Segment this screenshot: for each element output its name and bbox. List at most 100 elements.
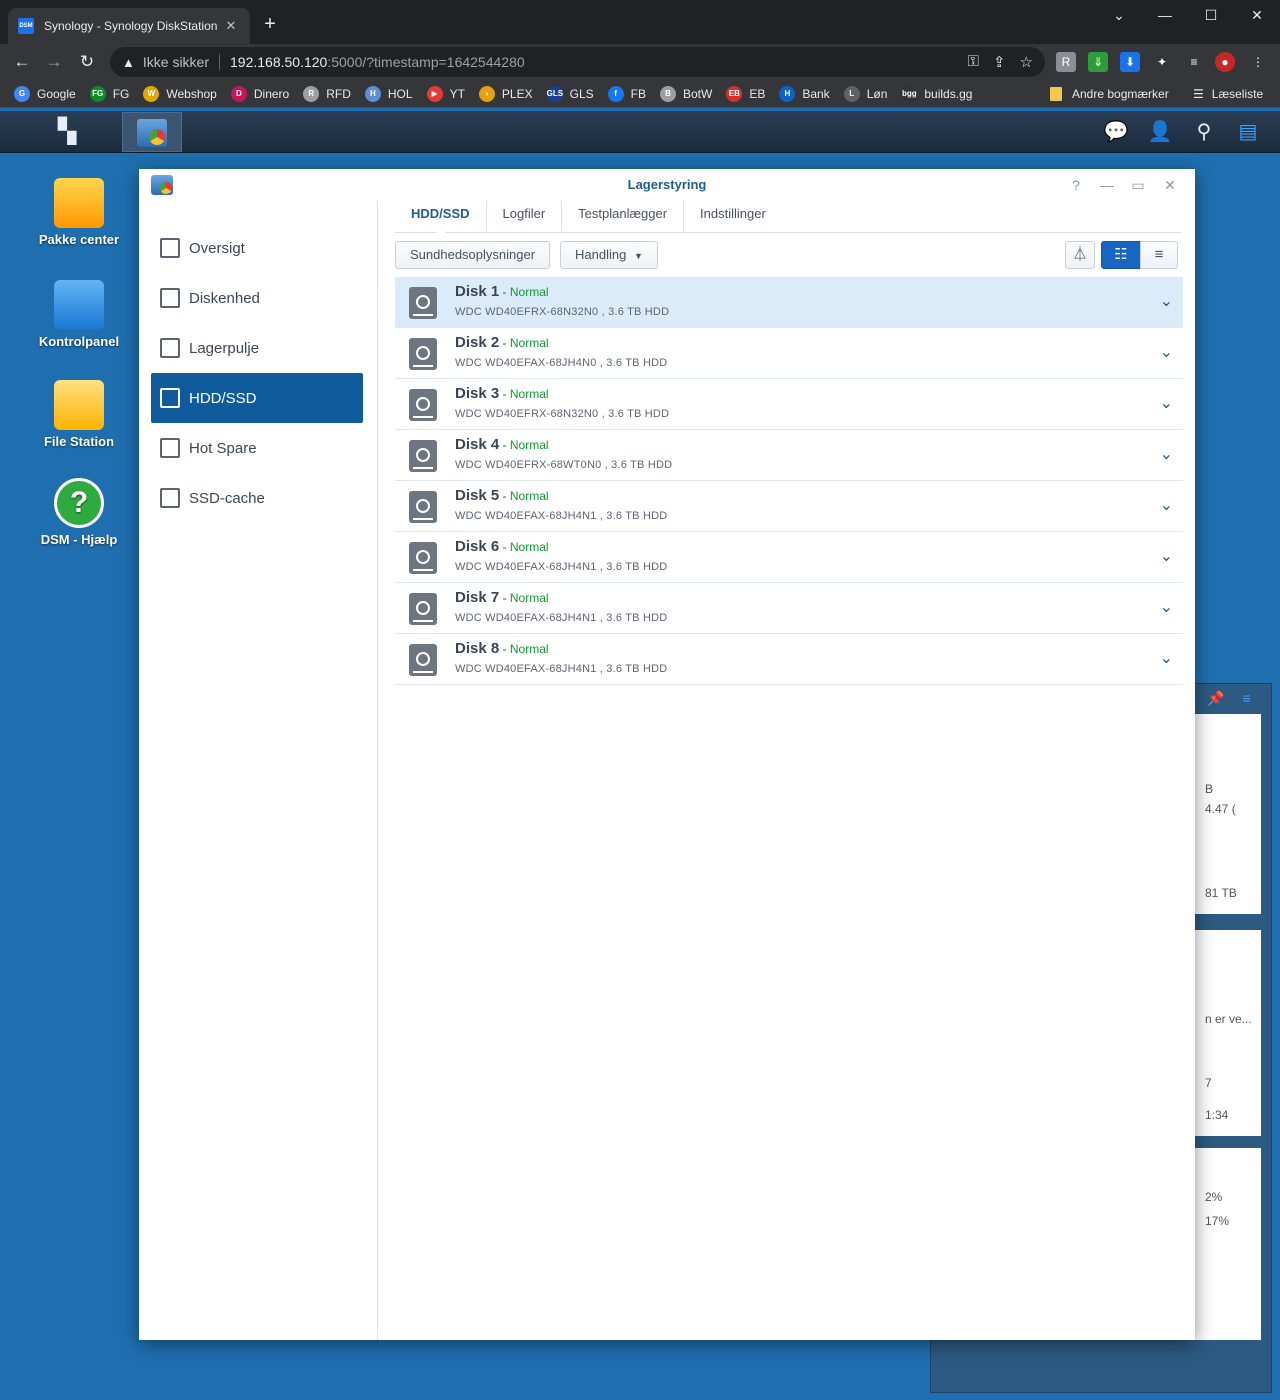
bookmark-favicon-icon: B — [659, 85, 676, 102]
bookmark-label: PLEX — [501, 86, 533, 101]
bookmark-favicon-icon: G — [14, 85, 30, 102]
profile-avatar-icon[interactable]: ● — [1215, 52, 1235, 72]
disk-row[interactable]: Disk 6 - Normal WDC WD40EFAX-68JH4N1 , 3.… — [395, 532, 1183, 583]
minimize-icon[interactable]: — — [1096, 175, 1118, 195]
chevron-down-icon[interactable]: ⌄ — [1160, 597, 1173, 617]
pin-icon[interactable]: 📌 — [1207, 690, 1224, 706]
extension-icon[interactable]: R — [1056, 52, 1076, 72]
tab[interactable]: Testplanlægger — [562, 201, 685, 233]
widget-text: 1:34 — [1205, 1108, 1229, 1122]
disk-row[interactable]: Disk 3 - Normal WDC WD40EFRX-68N32N0 , 3.… — [395, 379, 1183, 430]
key-icon[interactable]: ⚿ — [968, 53, 979, 71]
chevron-down-icon[interactable]: ⌄ — [1160, 495, 1173, 515]
chevron-down-icon[interactable]: ⌄ — [1160, 291, 1173, 311]
forward-arrow-icon[interactable]: → — [42, 50, 66, 74]
reading-list[interactable]: ☰ Læseliste — [1193, 80, 1263, 108]
media-control-icon[interactable]: ≡ — [1184, 52, 1204, 72]
tab[interactable]: HDD/SSD — [395, 201, 487, 233]
bookmark-item[interactable]: H HOL — [364, 85, 413, 102]
disk-row[interactable]: Disk 4 - Normal WDC WD40EFRX-68WT0N0 , 3.… — [395, 430, 1183, 481]
bookmark-item[interactable]: B BotW — [659, 85, 712, 102]
user-icon[interactable]: 👤 — [1146, 119, 1174, 145]
address-bar[interactable]: ▲ Ikke sikker 192.168.50.120 :5000/?time… — [110, 47, 1045, 77]
widgets-icon[interactable]: ▤ — [1234, 119, 1262, 145]
bookmark-item[interactable]: G Google — [14, 85, 76, 102]
filter-icon[interactable]: ⏃ — [1065, 241, 1095, 269]
bookmark-item[interactable]: R RFD — [303, 85, 351, 102]
bookmark-label: EB — [749, 86, 766, 101]
chevron-down-icon[interactable]: ⌄ — [1160, 444, 1173, 464]
action-dropdown-button[interactable]: Handling ▼ — [560, 241, 658, 269]
desktop-icon-label: Kontrolpanel — [38, 334, 120, 349]
disk-row[interactable]: Disk 2 - Normal WDC WD40EFAX-68JH4N0 , 3.… — [395, 328, 1183, 379]
disk-row[interactable]: Disk 5 - Normal WDC WD40EFAX-68JH4N1 , 3.… — [395, 481, 1183, 532]
chevron-down-icon[interactable]: ⌄ — [1160, 342, 1173, 362]
maximize-icon[interactable]: ▭ — [1127, 175, 1149, 195]
sidebar-item[interactable]: HDD/SSD — [151, 373, 363, 423]
new-tab-button[interactable]: + — [258, 12, 282, 36]
other-bookmarks[interactable]: Andre bogmærker — [1050, 80, 1169, 108]
bookmark-label: HOL — [387, 86, 413, 101]
desktop-icon-dsm-help[interactable]: ? DSM - Hjælp — [30, 478, 128, 547]
browser-menu-icon[interactable]: ⋮ — [1248, 52, 1268, 72]
share-icon[interactable]: ⇪ — [993, 53, 1006, 71]
desktop-icon-file-station[interactable]: File Station — [30, 380, 128, 449]
search-icon[interactable]: ⚲ — [1190, 119, 1218, 145]
bookmark-item[interactable]: FG FG — [89, 85, 129, 102]
browser-toolbar: ← → ↻ ▲ Ikke sikker 192.168.50.120 :5000… — [0, 44, 1280, 80]
sidebar-item[interactable]: Lagerpulje — [151, 323, 363, 373]
tab-search-icon[interactable]: ⌄ — [1096, 0, 1142, 32]
widget-menu-icon[interactable]: ≡ — [1242, 690, 1250, 706]
bookmark-item[interactable]: f FB — [607, 85, 646, 102]
desktop-icon-package-center[interactable]: Pakke center — [30, 178, 128, 247]
chevron-down-icon[interactable]: ⌄ — [1160, 546, 1173, 566]
disk-title: Disk 1 - Normal — [455, 283, 549, 300]
bookmark-item[interactable]: › PLEX — [478, 85, 533, 102]
close-window-button[interactable]: ✕ — [1234, 0, 1280, 32]
taskbar-storage-manager[interactable] — [122, 112, 182, 152]
bookmark-item[interactable]: D Dinero — [230, 85, 289, 102]
maximize-window-button[interactable]: ☐ — [1188, 0, 1234, 32]
close-tab-icon[interactable]: ✕ — [222, 18, 240, 34]
chat-icon[interactable]: 💬 — [1102, 119, 1130, 145]
hard-disk-icon — [409, 491, 437, 523]
disk-separator: - — [499, 642, 510, 656]
list-view-icon[interactable]: ≡ — [1140, 241, 1178, 269]
bookmark-item[interactable]: bgg builds.gg — [901, 85, 972, 102]
puzzle-extensions-icon[interactable]: ✦ — [1152, 52, 1172, 72]
bookmark-item[interactable]: EB EB — [726, 85, 766, 102]
disk-row[interactable]: Disk 7 - Normal WDC WD40EFAX-68JH4N1 , 3.… — [395, 583, 1183, 634]
reload-icon[interactable]: ↻ — [75, 50, 99, 74]
disk-row[interactable]: Disk 8 - Normal WDC WD40EFAX-68JH4N1 , 3.… — [395, 634, 1183, 685]
bookmark-item[interactable]: L Løn — [843, 85, 887, 102]
help-icon[interactable]: ? — [1065, 175, 1087, 195]
tab[interactable]: Indstillinger — [684, 201, 782, 233]
bookmark-favicon-icon: f — [607, 85, 624, 102]
close-icon[interactable]: ✕ — [1159, 175, 1181, 195]
main-menu-grid-icon[interactable]: ▚ — [36, 115, 98, 149]
minimize-window-button[interactable]: — — [1142, 0, 1188, 32]
tab[interactable]: Logfiler — [487, 201, 563, 233]
chevron-down-icon[interactable]: ⌄ — [1160, 393, 1173, 413]
bookmark-item[interactable]: GLS GLS — [546, 85, 594, 102]
disk-row[interactable]: Disk 1 - Normal WDC WD40EFRX-68N32N0 , 3.… — [395, 277, 1183, 328]
sidebar-item[interactable]: Hot Spare — [151, 423, 363, 473]
desktop-icon-control-panel[interactable]: Kontrolpanel — [30, 280, 128, 349]
widget-text: 17% — [1205, 1214, 1230, 1228]
back-arrow-icon[interactable]: ← — [10, 50, 34, 74]
star-icon[interactable]: ☆ — [1020, 53, 1033, 71]
download-manager-icon[interactable]: ⇓ — [1088, 52, 1108, 72]
sidebar-item[interactable]: SSD-cache — [151, 473, 363, 523]
browser-tab[interactable]: DSM Synology - Synology DiskStation ✕ — [8, 8, 250, 44]
bookmark-item[interactable]: ▶ YT — [426, 85, 465, 102]
hard-disk-icon — [409, 389, 437, 421]
download-icon[interactable]: ⬇ — [1120, 52, 1140, 72]
detail-view-icon[interactable]: ☷ — [1101, 241, 1141, 269]
sidebar-item[interactable]: Diskenhed — [151, 273, 363, 323]
bookmark-favicon-icon: ▶ — [426, 85, 443, 102]
bookmark-item[interactable]: H Bank — [779, 85, 830, 102]
chevron-down-icon[interactable]: ⌄ — [1160, 648, 1173, 668]
bookmark-item[interactable]: W Webshop — [143, 85, 217, 102]
health-info-button[interactable]: Sundhedsoplysninger — [395, 241, 551, 269]
sidebar-item[interactable]: Oversigt — [151, 223, 363, 273]
